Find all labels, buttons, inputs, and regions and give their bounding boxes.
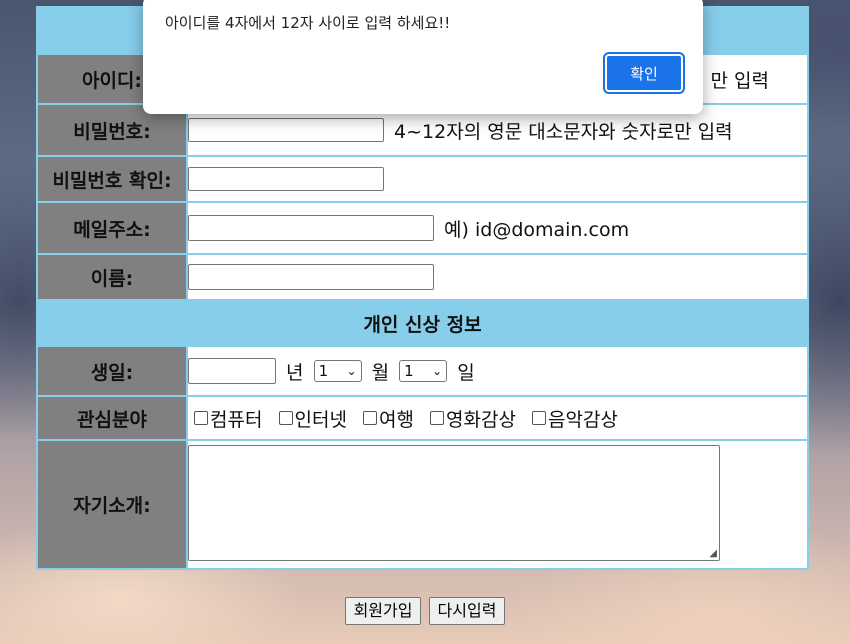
email-row: 예) id@domain.com (186, 201, 809, 255)
email-hint: 예) id@domain.com (444, 218, 630, 241)
interest-label-4: 음악감상 (547, 408, 618, 431)
intro-textarea[interactable]: ◢ (188, 445, 720, 561)
reset-button[interactable]: 다시입력 (428, 597, 506, 625)
intro-label: 자기소개: (36, 439, 188, 570)
interest-checkbox-1[interactable] (278, 411, 293, 425)
interests-label: 관심분야 (36, 395, 188, 441)
name-input[interactable] (188, 264, 434, 290)
password-confirm-row (186, 155, 809, 203)
password-confirm-label: 비밀번호 확인: (36, 155, 188, 203)
section-title: 개인 신상 정보 (36, 299, 809, 347)
interest-checkbox-4[interactable] (531, 411, 546, 425)
interest-label-3: 영화감상 (446, 408, 516, 431)
birthday-label: 생일: (36, 345, 188, 397)
birthday-row: 년 1 ⌄ 월 1 ⌄ 일 (186, 345, 809, 397)
form-buttons: 회원가입 다시입력 (0, 597, 850, 625)
chevron-down-icon: ⌄ (432, 364, 443, 378)
birth-day-value: 1 (404, 362, 414, 380)
day-label: 일 (457, 361, 475, 384)
password-confirm-input[interactable] (188, 167, 384, 191)
interest-checkbox-2[interactable] (363, 411, 377, 425)
interest-label-1: 인터넷 (294, 408, 347, 431)
interest-label-2: 여행 (379, 408, 414, 431)
alert-dialog: 아이디를 4자에서 12자 사이로 입력 하세요!! 확인 (143, 0, 703, 114)
password-input[interactable] (188, 118, 384, 142)
year-label: 년 (286, 361, 304, 384)
alert-message: 아이디를 4자에서 12자 사이로 입력 하세요!! (165, 14, 451, 32)
email-input[interactable] (188, 215, 434, 241)
chevron-down-icon: ⌄ (346, 364, 357, 378)
alert-ok-button[interactable]: 확인 (603, 52, 685, 94)
submit-button[interactable]: 회원가입 (344, 597, 422, 625)
name-label: 이름: (36, 253, 188, 301)
birth-day-select[interactable]: 1 ⌄ (399, 360, 448, 382)
month-label: 월 (371, 361, 390, 384)
password-hint: 4~12자의 영문 대소문자와 숫자로만 입력 (394, 120, 733, 143)
id-hint: 만 입력 (710, 69, 769, 92)
birth-month-value: 1 (318, 362, 329, 380)
birth-month-select[interactable]: 1 ⌄ (313, 360, 362, 382)
birth-year-input[interactable] (188, 358, 276, 384)
intro-row: ◢ (186, 439, 809, 570)
interests-row: 컴퓨터 인터넷 여행 영화감상 음악감상 (186, 395, 809, 441)
resize-handle-icon[interactable]: ◢ (709, 548, 717, 559)
email-label: 메일주소: (36, 201, 188, 255)
interest-label-0: 컴퓨터 (210, 408, 263, 431)
name-row (186, 253, 809, 301)
interest-checkbox-0[interactable] (194, 411, 208, 425)
interest-checkbox-3[interactable] (430, 411, 445, 425)
